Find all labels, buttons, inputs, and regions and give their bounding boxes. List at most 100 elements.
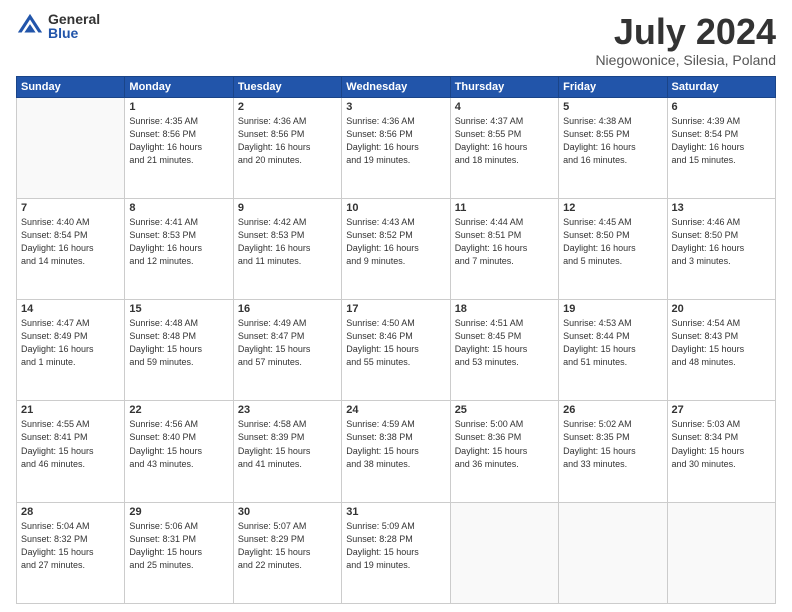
calendar-cell xyxy=(17,97,125,198)
calendar-cell xyxy=(559,502,667,603)
day-number: 4 xyxy=(455,101,554,113)
calendar: SundayMondayTuesdayWednesdayThursdayFrid… xyxy=(16,76,776,604)
calendar-cell: 23 Sunrise: 4:58 AM Sunset: 8:39 PM Dayli… xyxy=(233,401,341,502)
calendar-cell: 19 Sunrise: 4:53 AM Sunset: 8:44 PM Dayli… xyxy=(559,300,667,401)
day-info: Sunrise: 5:00 AM Sunset: 8:36 PM Dayligh… xyxy=(455,418,554,470)
subtitle: Niegowonice, Silesia, Poland xyxy=(595,52,776,68)
header-day-monday: Monday xyxy=(125,76,233,97)
main-title: July 2024 xyxy=(595,12,776,52)
day-number: 26 xyxy=(563,404,662,416)
calendar-cell: 14Sunrise: 4:47 AM Sunset: 8:49 PM Dayli… xyxy=(17,300,125,401)
day-number: 5 xyxy=(563,101,662,113)
calendar-cell: 10Sunrise: 4:43 AM Sunset: 8:52 PM Dayli… xyxy=(342,198,450,299)
day-info: Sunrise: 4:45 AM Sunset: 8:50 PM Dayligh… xyxy=(563,216,662,268)
day-info: Sunrise: 4:43 AM Sunset: 8:52 PM Dayligh… xyxy=(346,216,445,268)
day-info: Sunrise: 4:51 AM Sunset: 8:45 PM Dayligh… xyxy=(455,317,554,369)
calendar-cell: 7 Sunrise: 4:40 AM Sunset: 8:54 PM Daylig… xyxy=(17,198,125,299)
calendar-cell: 31 Sunrise: 5:09 AM Sunset: 8:28 PM Dayli… xyxy=(342,502,450,603)
day-number: 24 xyxy=(346,404,445,416)
day-info: Sunrise: 4:56 AM Sunset: 8:40 PM Dayligh… xyxy=(129,418,228,470)
calendar-cell: 26Sunrise: 5:02 AM Sunset: 8:35 PM Dayli… xyxy=(559,401,667,502)
day-number: 15 xyxy=(129,303,228,315)
day-number: 3 xyxy=(346,101,445,113)
calendar-cell: 18 Sunrise: 4:51 AM Sunset: 8:45 PM Dayli… xyxy=(450,300,558,401)
day-number: 30 xyxy=(238,506,337,518)
calendar-cell: 6 Sunrise: 4:39 AM Sunset: 8:54 PM Daylig… xyxy=(667,97,775,198)
day-info: Sunrise: 4:35 AM Sunset: 8:56 PM Dayligh… xyxy=(129,115,228,167)
day-number: 28 xyxy=(21,506,120,518)
day-info: Sunrise: 4:54 AM Sunset: 8:43 PM Dayligh… xyxy=(672,317,771,369)
day-number: 11 xyxy=(455,202,554,214)
day-info: Sunrise: 4:44 AM Sunset: 8:51 PM Dayligh… xyxy=(455,216,554,268)
header: General Blue July 2024 Niegowonice, Sile… xyxy=(16,12,776,68)
calendar-cell: 22 Sunrise: 4:56 AM Sunset: 8:40 PM Dayli… xyxy=(125,401,233,502)
logo-icon xyxy=(16,12,44,40)
day-number: 20 xyxy=(672,303,771,315)
day-info: Sunrise: 4:46 AM Sunset: 8:50 PM Dayligh… xyxy=(672,216,771,268)
calendar-cell: 1 Sunrise: 4:35 AM Sunset: 8:56 PM Daylig… xyxy=(125,97,233,198)
day-number: 7 xyxy=(21,202,120,214)
day-info: Sunrise: 4:50 AM Sunset: 8:46 PM Dayligh… xyxy=(346,317,445,369)
logo-blue: Blue xyxy=(48,26,100,40)
week-row-2: 7 Sunrise: 4:40 AM Sunset: 8:54 PM Daylig… xyxy=(17,198,776,299)
day-number: 13 xyxy=(672,202,771,214)
header-day-thursday: Thursday xyxy=(450,76,558,97)
day-number: 22 xyxy=(129,404,228,416)
day-info: Sunrise: 4:36 AM Sunset: 8:56 PM Dayligh… xyxy=(238,115,337,167)
day-info: Sunrise: 4:40 AM Sunset: 8:54 PM Dayligh… xyxy=(21,216,120,268)
day-number: 18 xyxy=(455,303,554,315)
calendar-body: 1 Sunrise: 4:35 AM Sunset: 8:56 PM Daylig… xyxy=(17,97,776,603)
day-info: Sunrise: 4:49 AM Sunset: 8:47 PM Dayligh… xyxy=(238,317,337,369)
week-row-1: 1 Sunrise: 4:35 AM Sunset: 8:56 PM Daylig… xyxy=(17,97,776,198)
day-number: 1 xyxy=(129,101,228,113)
calendar-cell xyxy=(667,502,775,603)
day-info: Sunrise: 4:53 AM Sunset: 8:44 PM Dayligh… xyxy=(563,317,662,369)
day-number: 2 xyxy=(238,101,337,113)
week-row-5: 28 Sunrise: 5:04 AM Sunset: 8:32 PM Dayli… xyxy=(17,502,776,603)
day-info: Sunrise: 4:42 AM Sunset: 8:53 PM Dayligh… xyxy=(238,216,337,268)
calendar-cell: 21Sunrise: 4:55 AM Sunset: 8:41 PM Dayli… xyxy=(17,401,125,502)
day-number: 29 xyxy=(129,506,228,518)
header-day-friday: Friday xyxy=(559,76,667,97)
calendar-cell: 16Sunrise: 4:49 AM Sunset: 8:47 PM Dayli… xyxy=(233,300,341,401)
calendar-cell: 9 Sunrise: 4:42 AM Sunset: 8:53 PM Daylig… xyxy=(233,198,341,299)
day-info: Sunrise: 4:55 AM Sunset: 8:41 PM Dayligh… xyxy=(21,418,120,470)
header-day-sunday: Sunday xyxy=(17,76,125,97)
day-info: Sunrise: 5:09 AM Sunset: 8:28 PM Dayligh… xyxy=(346,520,445,572)
week-row-4: 21Sunrise: 4:55 AM Sunset: 8:41 PM Dayli… xyxy=(17,401,776,502)
calendar-cell: 25Sunrise: 5:00 AM Sunset: 8:36 PM Dayli… xyxy=(450,401,558,502)
day-info: Sunrise: 4:41 AM Sunset: 8:53 PM Dayligh… xyxy=(129,216,228,268)
calendar-cell: 15Sunrise: 4:48 AM Sunset: 8:48 PM Dayli… xyxy=(125,300,233,401)
calendar-cell: 27Sunrise: 5:03 AM Sunset: 8:34 PM Dayli… xyxy=(667,401,775,502)
day-info: Sunrise: 5:07 AM Sunset: 8:29 PM Dayligh… xyxy=(238,520,337,572)
page: General Blue July 2024 Niegowonice, Sile… xyxy=(0,0,792,612)
day-info: Sunrise: 4:36 AM Sunset: 8:56 PM Dayligh… xyxy=(346,115,445,167)
calendar-cell: 30 Sunrise: 5:07 AM Sunset: 8:29 PM Dayli… xyxy=(233,502,341,603)
day-number: 6 xyxy=(672,101,771,113)
week-row-3: 14Sunrise: 4:47 AM Sunset: 8:49 PM Dayli… xyxy=(17,300,776,401)
calendar-cell: 28 Sunrise: 5:04 AM Sunset: 8:32 PM Dayli… xyxy=(17,502,125,603)
day-number: 9 xyxy=(238,202,337,214)
calendar-cell: 17Sunrise: 4:50 AM Sunset: 8:46 PM Dayli… xyxy=(342,300,450,401)
day-number: 27 xyxy=(672,404,771,416)
header-row: SundayMondayTuesdayWednesdayThursdayFrid… xyxy=(17,76,776,97)
day-number: 31 xyxy=(346,506,445,518)
header-day-saturday: Saturday xyxy=(667,76,775,97)
day-info: Sunrise: 5:04 AM Sunset: 8:32 PM Dayligh… xyxy=(21,520,120,572)
calendar-cell: 5Sunrise: 4:38 AM Sunset: 8:55 PM Daylig… xyxy=(559,97,667,198)
day-number: 12 xyxy=(563,202,662,214)
day-info: Sunrise: 4:58 AM Sunset: 8:39 PM Dayligh… xyxy=(238,418,337,470)
calendar-cell: 4Sunrise: 4:37 AM Sunset: 8:55 PM Daylig… xyxy=(450,97,558,198)
title-block: July 2024 Niegowonice, Silesia, Poland xyxy=(595,12,776,68)
day-number: 19 xyxy=(563,303,662,315)
header-day-wednesday: Wednesday xyxy=(342,76,450,97)
day-number: 8 xyxy=(129,202,228,214)
calendar-cell: 24 Sunrise: 4:59 AM Sunset: 8:38 PM Dayli… xyxy=(342,401,450,502)
day-info: Sunrise: 4:59 AM Sunset: 8:38 PM Dayligh… xyxy=(346,418,445,470)
calendar-cell: 13 Sunrise: 4:46 AM Sunset: 8:50 PM Dayli… xyxy=(667,198,775,299)
day-number: 23 xyxy=(238,404,337,416)
day-info: Sunrise: 4:39 AM Sunset: 8:54 PM Dayligh… xyxy=(672,115,771,167)
calendar-header: SundayMondayTuesdayWednesdayThursdayFrid… xyxy=(17,76,776,97)
logo: General Blue xyxy=(16,12,100,40)
calendar-cell: 11 Sunrise: 4:44 AM Sunset: 8:51 PM Dayli… xyxy=(450,198,558,299)
